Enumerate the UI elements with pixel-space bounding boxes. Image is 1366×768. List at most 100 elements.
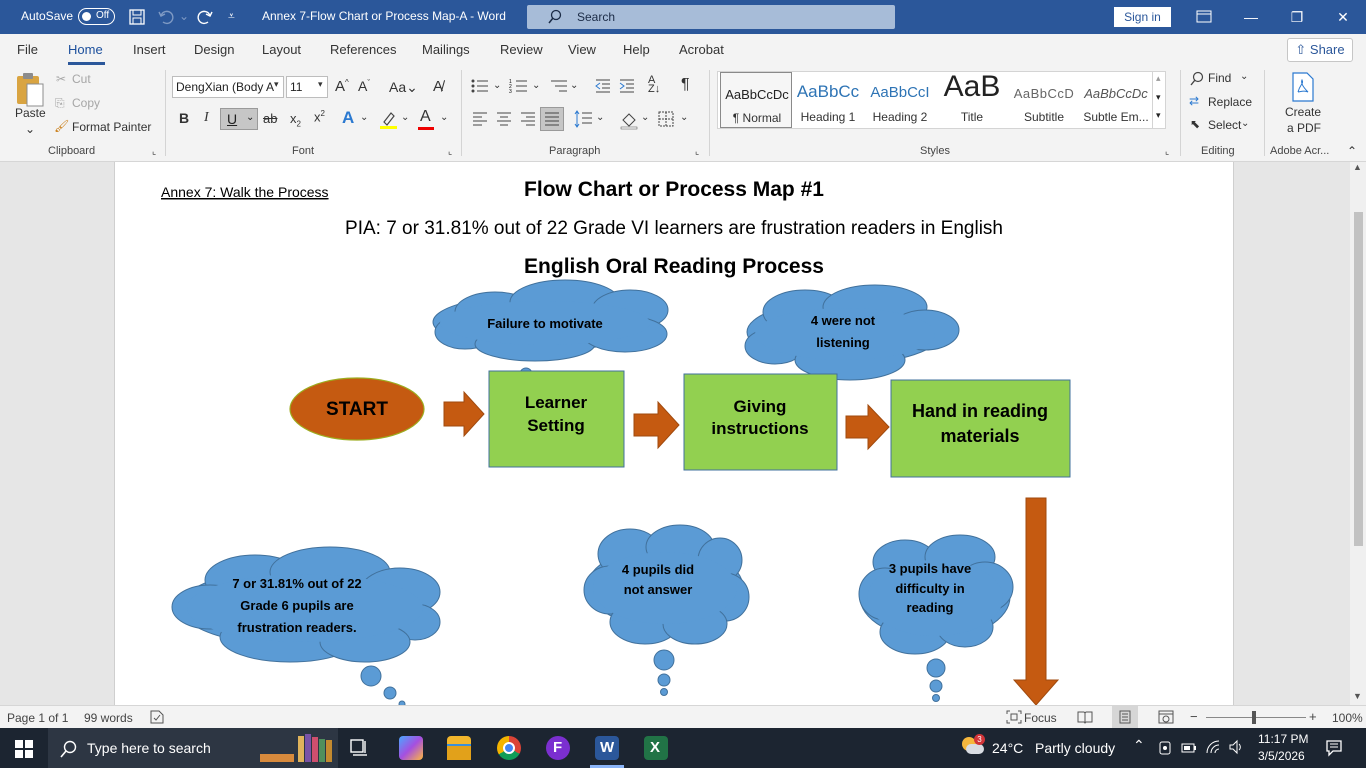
customize-qat-icon[interactable]: ⩡	[228, 9, 235, 24]
read-mode-icon[interactable]	[1077, 710, 1093, 724]
zoom-level[interactable]: 100%	[1332, 711, 1363, 725]
menu-review[interactable]: Review	[500, 42, 543, 57]
style-subtle-emphasis[interactable]: AaBbCcDc Subtle Em...	[1080, 72, 1152, 128]
highlight-dropdown-icon[interactable]: ⌄	[401, 112, 409, 123]
bold-icon[interactable]: B	[179, 110, 189, 126]
numbering-icon[interactable]: 123	[509, 78, 529, 94]
find-button[interactable]: Find	[1208, 71, 1231, 85]
decrease-indent-icon[interactable]	[594, 78, 612, 94]
borders-dropdown-icon[interactable]: ⌄	[680, 112, 688, 123]
close-button[interactable]: ✕	[1328, 6, 1358, 28]
multilevel-dropdown-icon[interactable]: ⌄	[570, 80, 578, 91]
superscript-icon[interactable]: x2	[314, 109, 325, 124]
style-subtitle[interactable]: AaBbCcD Subtitle	[1008, 72, 1080, 128]
menu-help[interactable]: Help	[623, 42, 650, 57]
font-size-dropdown-icon[interactable]: ▾	[318, 79, 323, 90]
create-pdf-icon[interactable]	[1290, 72, 1316, 102]
menu-mailings[interactable]: Mailings	[422, 42, 470, 57]
paragraph-launcher-icon[interactable]: ⌞	[695, 146, 699, 157]
clock-time[interactable]: 11:17 PM	[1258, 732, 1308, 746]
numbering-dropdown-icon[interactable]: ⌄	[532, 80, 540, 91]
line-spacing-dropdown-icon[interactable]: ⌄	[596, 112, 604, 123]
scroll-thumb[interactable]	[1354, 212, 1363, 546]
menu-view[interactable]: View	[568, 42, 596, 57]
app-f-icon[interactable]: F	[546, 736, 570, 760]
undo-icon[interactable]	[157, 8, 175, 26]
clear-formatting-icon[interactable]: A̸	[433, 78, 443, 95]
paste-dropdown-icon[interactable]: ⌄	[25, 122, 35, 136]
subscript-icon[interactable]: x2	[290, 111, 301, 129]
create-pdf-label[interactable]: Create	[1285, 105, 1321, 119]
chrome-icon[interactable]	[497, 736, 521, 760]
shading-icon[interactable]	[619, 110, 639, 130]
shrink-font-icon[interactable]: Aˇ	[358, 78, 370, 94]
style-heading-1[interactable]: AaBbCc Heading 1	[792, 72, 864, 128]
justify-button[interactable]	[540, 107, 564, 131]
zoom-in-icon[interactable]: +	[1309, 709, 1317, 724]
increase-indent-icon[interactable]	[618, 78, 636, 94]
styles-down-icon[interactable]: ▾	[1156, 92, 1161, 103]
volume-icon[interactable]	[1228, 739, 1244, 755]
weather-desc[interactable]: Partly cloudy	[1035, 740, 1115, 756]
text-effects-dropdown-icon[interactable]: ⌄	[360, 112, 368, 123]
windows-start-icon[interactable]	[15, 740, 33, 758]
ribbon-display-icon[interactable]	[1196, 9, 1212, 25]
paste-label[interactable]: Paste	[15, 106, 46, 120]
word-count[interactable]: 99 words	[84, 711, 133, 725]
zoom-slider[interactable]	[1206, 717, 1306, 718]
menu-home[interactable]: Home	[68, 42, 103, 57]
format-painter-button[interactable]: Format Painter	[72, 120, 151, 134]
strikethrough-icon[interactable]: ab	[263, 111, 277, 126]
bullets-dropdown-icon[interactable]: ⌄	[493, 80, 501, 91]
scroll-down-icon[interactable]: ▼	[1353, 691, 1362, 701]
font-name-combo[interactable]: DengXian (Body A	[172, 76, 284, 98]
file-explorer-icon[interactable]	[447, 736, 471, 760]
redo-icon[interactable]	[196, 8, 214, 26]
align-right-icon[interactable]	[520, 111, 536, 127]
styles-more-icon[interactable]: ▾	[1156, 110, 1161, 121]
show-formatting-icon[interactable]: ¶	[681, 76, 690, 94]
menu-layout[interactable]: Layout	[262, 42, 301, 57]
minimize-button[interactable]: —	[1236, 6, 1266, 28]
vertical-scrollbar[interactable]: ▲ ▼	[1350, 162, 1366, 705]
autosave-toggle[interactable]: Off	[78, 8, 115, 25]
font-color-icon[interactable]: A	[420, 108, 431, 126]
grow-font-icon[interactable]: A^	[335, 78, 349, 95]
menu-file[interactable]: File	[17, 42, 38, 57]
line-spacing-icon[interactable]	[574, 110, 594, 128]
word-taskbar-icon[interactable]: W	[595, 736, 619, 760]
styles-launcher-icon[interactable]: ⌞	[1165, 146, 1169, 157]
save-icon[interactable]	[128, 8, 146, 26]
styles-up-icon[interactable]: ▴	[1156, 73, 1161, 84]
borders-icon[interactable]	[658, 111, 674, 127]
page-count[interactable]: Page 1 of 1	[7, 711, 68, 725]
zoom-slider-thumb[interactable]	[1252, 711, 1256, 724]
create-pdf-label-2[interactable]: a PDF	[1287, 121, 1321, 135]
copy-button[interactable]: Copy	[72, 96, 100, 110]
clipboard-launcher-icon[interactable]: ⌞	[152, 146, 156, 157]
shading-dropdown-icon[interactable]: ⌄	[641, 112, 649, 123]
wifi-icon[interactable]	[1205, 739, 1221, 755]
zoom-out-icon[interactable]: −	[1190, 709, 1198, 724]
align-left-icon[interactable]	[472, 111, 488, 127]
style-title[interactable]: AaB Title	[936, 70, 1008, 128]
font-color-dropdown-icon[interactable]: ⌄	[440, 112, 448, 123]
paste-icon[interactable]	[13, 72, 47, 108]
web-layout-icon[interactable]	[1158, 710, 1174, 724]
menu-acrobat[interactable]: Acrobat	[679, 42, 724, 57]
menu-insert[interactable]: Insert	[133, 42, 166, 57]
notifications-icon[interactable]	[1325, 739, 1343, 757]
document-page[interactable]: Annex 7: Walk the Process Flow Chart or …	[114, 162, 1234, 705]
search-box[interactable]: Search	[527, 5, 895, 29]
collapse-ribbon-icon[interactable]: ⌃	[1347, 144, 1357, 158]
replace-button[interactable]: Replace	[1208, 95, 1252, 109]
show-hidden-icons[interactable]: ⌃	[1133, 737, 1145, 754]
change-case-icon[interactable]: Aa⌄	[389, 79, 418, 96]
select-dropdown-icon[interactable]: ⌄	[1241, 118, 1249, 129]
sort-icon[interactable]: A Z↓	[648, 75, 660, 95]
styles-scroll[interactable]: ▴ ▾ ▾	[1152, 72, 1166, 128]
weather-temp[interactable]: 24°C	[992, 740, 1023, 756]
multilevel-list-icon[interactable]	[549, 78, 569, 94]
sign-in-button[interactable]: Sign in	[1114, 7, 1171, 27]
cut-button[interactable]: Cut	[72, 72, 91, 86]
